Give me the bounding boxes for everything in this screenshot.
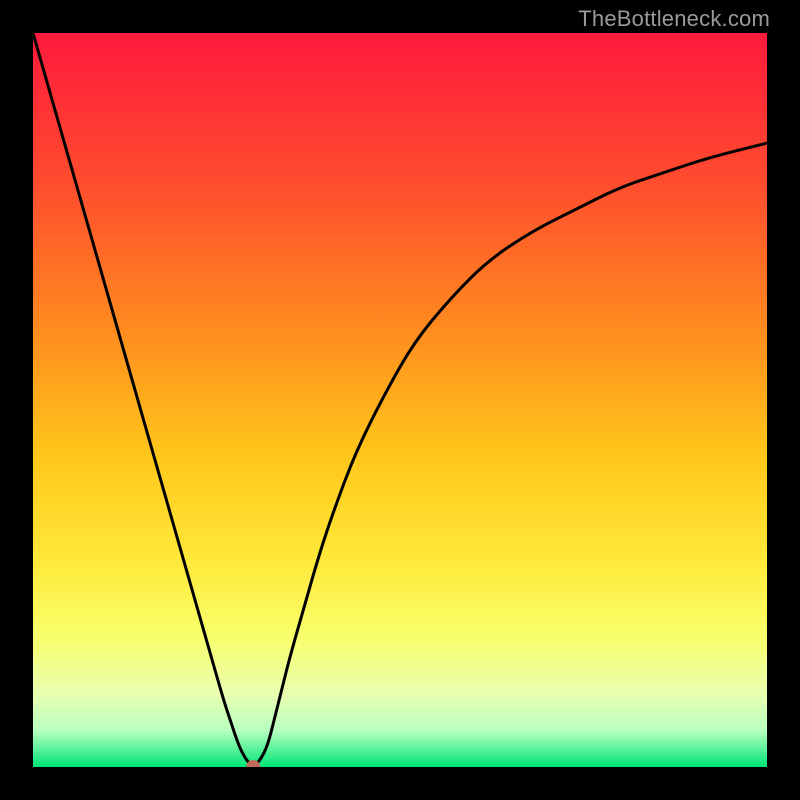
chart-svg: [33, 33, 767, 767]
chart-frame: TheBottleneck.com: [0, 0, 800, 800]
watermark-text: TheBottleneck.com: [578, 6, 770, 32]
plot-area: [33, 33, 767, 767]
gradient-background: [33, 33, 767, 767]
